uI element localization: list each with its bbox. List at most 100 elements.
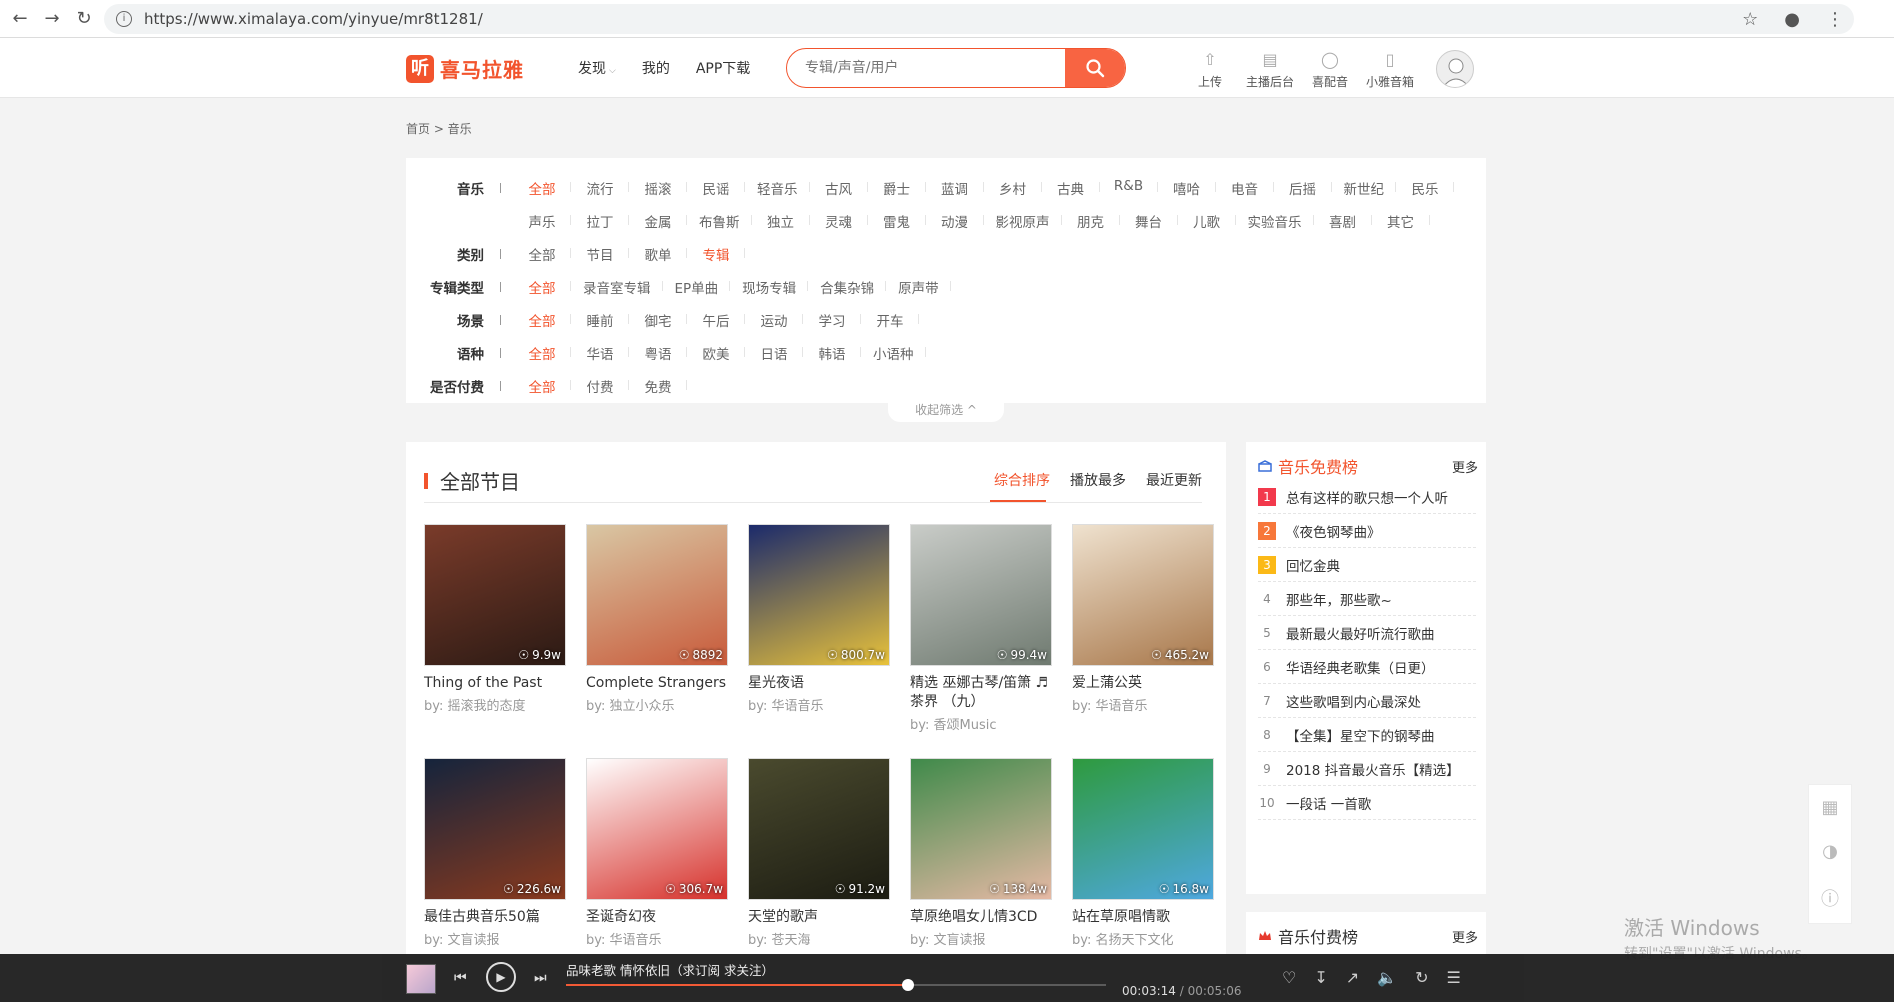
filter-option[interactable]: 金属 [629, 211, 687, 231]
filter-option[interactable]: 其它 [1372, 211, 1430, 231]
filter-option[interactable]: 节目 [571, 244, 629, 264]
album-cover[interactable]: ☉ 306.7w [586, 758, 728, 900]
filter-option[interactable]: 影视原声 [984, 211, 1062, 231]
album-card[interactable]: ☉ 306.7w 圣诞奇幻夜 by: 华语音乐 [586, 758, 728, 948]
ranking-item[interactable]: 4 那些年，那些歌~ [1258, 582, 1476, 616]
filter-option[interactable]: 睡前 [571, 310, 629, 330]
ranking-item[interactable]: 2 《夜色钢琴曲》 [1258, 514, 1476, 548]
filter-option[interactable]: 新世纪 [1332, 178, 1397, 198]
album-title[interactable]: 圣诞奇幻夜 [586, 908, 728, 927]
filter-option[interactable]: 开车 [861, 310, 919, 330]
search-button[interactable] [1065, 49, 1125, 87]
album-card[interactable]: ☉ 465.2w 爱上蒲公英 by: 华语音乐 [1072, 524, 1214, 714]
collapse-filter-button[interactable]: 收起筛选 ^ [888, 400, 1004, 422]
share-icon[interactable]: ↗ [1346, 968, 1359, 987]
loop-icon[interactable]: ↻ [1415, 968, 1428, 987]
filter-option[interactable]: 付费 [571, 376, 629, 396]
filter-option[interactable]: 蓝调 [926, 178, 984, 198]
filter-option[interactable]: 后摇 [1274, 178, 1332, 198]
progress-handle[interactable] [902, 979, 914, 991]
address-bar[interactable]: i https://www.ximalaya.com/yinyue/mr8t12… [104, 4, 1854, 34]
album-title[interactable]: 爱上蒲公英 [1072, 674, 1214, 693]
filter-option[interactable]: 雷鬼 [868, 211, 926, 231]
filter-option[interactable]: 爵士 [868, 178, 926, 198]
nav-discover[interactable]: 发现 ⌵ [578, 58, 616, 78]
like-icon[interactable]: ♡ [1282, 968, 1296, 987]
filter-option[interactable]: 朋克 [1062, 211, 1120, 231]
ranking-item-title[interactable]: 【全集】星空下的钢琴曲 [1286, 725, 1435, 745]
filter-option[interactable]: 免费 [629, 376, 687, 396]
filter-option[interactable]: 日语 [745, 343, 803, 363]
filter-option[interactable]: 舞台 [1120, 211, 1178, 231]
paid-ranking-title[interactable]: 音乐付费榜 [1258, 924, 1358, 948]
album-title[interactable]: 天堂的歌声 [748, 908, 890, 927]
ranking-item-title[interactable]: 那些年，那些歌~ [1286, 589, 1392, 609]
filter-option[interactable]: 古典 [1042, 178, 1100, 198]
ranking-item-title[interactable]: 一段话 一首歌 [1286, 793, 1371, 813]
profile-icon[interactable]: ● [1784, 9, 1800, 30]
ranking-item[interactable]: 9 2018 抖音最火音乐【精选】 [1258, 752, 1476, 786]
filter-option[interactable]: 御宅 [629, 310, 687, 330]
filter-option[interactable]: 运动 [745, 310, 803, 330]
ranking-item[interactable]: 8 【全集】星空下的钢琴曲 [1258, 718, 1476, 752]
filter-option[interactable]: 儿歌 [1178, 211, 1236, 231]
album-cover[interactable]: ☉ 99.4w [910, 524, 1052, 666]
album-card[interactable]: ☉ 800.7w 星光夜语 by: 华语音乐 [748, 524, 890, 714]
url-text[interactable]: https://www.ximalaya.com/yinyue/mr8t1281… [144, 10, 483, 28]
filter-option[interactable]: 声乐 [513, 211, 571, 231]
album-author[interactable]: by: 香颂Music [910, 714, 1052, 733]
ranking-item-title[interactable]: 2018 抖音最火音乐【精选】 [1286, 759, 1460, 779]
filter-option[interactable]: 民谣 [687, 178, 745, 198]
filter-option[interactable]: 学习 [803, 310, 861, 330]
album-cover[interactable]: ☉ 9.9w [424, 524, 566, 666]
album-title[interactable]: 精选 巫娜古琴/笛箫 ♬ 茶界 （九） [910, 674, 1052, 712]
filter-option[interactable]: 电音 [1216, 178, 1274, 198]
ranking-item[interactable]: 5 最新最火最好听流行歌曲 [1258, 616, 1476, 650]
album-title[interactable]: 站在草原唱情歌 [1072, 908, 1214, 927]
album-cover[interactable]: ☉ 465.2w [1072, 524, 1214, 666]
filter-option[interactable]: 动漫 [926, 211, 984, 231]
album-title[interactable]: 星光夜语 [748, 674, 890, 693]
album-cover[interactable]: ☉ 8892 [586, 524, 728, 666]
filter-option[interactable]: 全部 [513, 244, 571, 264]
tab-most-played[interactable]: 播放最多 [1070, 470, 1126, 490]
filter-option[interactable]: 午后 [687, 310, 745, 330]
album-author[interactable]: by: 文盲读报 [910, 929, 1052, 948]
paid-ranking-more-link[interactable]: 更多 [1452, 927, 1478, 946]
filter-option[interactable]: EP单曲 [663, 277, 731, 297]
album-author[interactable]: by: 华语音乐 [748, 695, 890, 714]
filter-option[interactable]: 布鲁斯 [687, 211, 752, 231]
filter-option[interactable]: 摇滚 [629, 178, 687, 198]
album-author[interactable]: by: 文盲读报 [424, 929, 566, 948]
free-ranking-more-link[interactable]: 更多 [1452, 457, 1478, 476]
album-card[interactable]: ☉ 91.2w 天堂的歌声 by: 苍天海 [748, 758, 890, 948]
filter-option[interactable]: 全部 [513, 277, 571, 297]
progress-track[interactable] [566, 979, 1106, 991]
ranking-item-title[interactable]: 最新最火最好听流行歌曲 [1286, 623, 1435, 643]
album-card[interactable]: ☉ 99.4w 精选 巫娜古琴/笛箫 ♬ 茶界 （九） by: 香颂Music [910, 524, 1052, 733]
previous-track-icon[interactable]: ⏮ [454, 954, 467, 1002]
filter-option[interactable]: 嘻哈 [1158, 178, 1216, 198]
filter-option[interactable]: R&B [1100, 178, 1158, 198]
ranking-item[interactable]: 7 这些歌唱到内心最深处 [1258, 684, 1476, 718]
filter-option[interactable]: 拉丁 [571, 211, 629, 231]
filter-option[interactable]: 独立 [752, 211, 810, 231]
reload-icon[interactable]: ↻ [72, 7, 96, 31]
filter-option[interactable]: 民乐 [1396, 178, 1454, 198]
album-author[interactable]: by: 华语音乐 [1072, 695, 1214, 714]
back-icon[interactable]: ← [8, 7, 32, 31]
album-title[interactable]: 最佳古典音乐50篇 [424, 908, 566, 927]
ranking-item-title[interactable]: 这些歌唱到内心最深处 [1286, 691, 1421, 711]
nav-app-download[interactable]: APP下载 [696, 58, 750, 78]
filter-option[interactable]: 全部 [513, 178, 571, 198]
album-author[interactable]: by: 独立小众乐 [586, 695, 728, 714]
breadcrumb[interactable]: 首页 > 音乐 [406, 120, 472, 137]
help-icon[interactable]: ⓘ [1821, 885, 1839, 911]
filter-option[interactable]: 华语 [571, 343, 629, 363]
filter-option[interactable]: 全部 [513, 343, 571, 363]
ranking-item[interactable]: 3 回忆金典 [1258, 548, 1476, 582]
filter-option[interactable]: 原声带 [886, 277, 951, 297]
ranking-item[interactable]: 1 总有这样的歌只想一个人听 [1258, 480, 1476, 514]
album-cover[interactable]: ☉ 800.7w [748, 524, 890, 666]
filter-option[interactable]: 全部 [513, 310, 571, 330]
